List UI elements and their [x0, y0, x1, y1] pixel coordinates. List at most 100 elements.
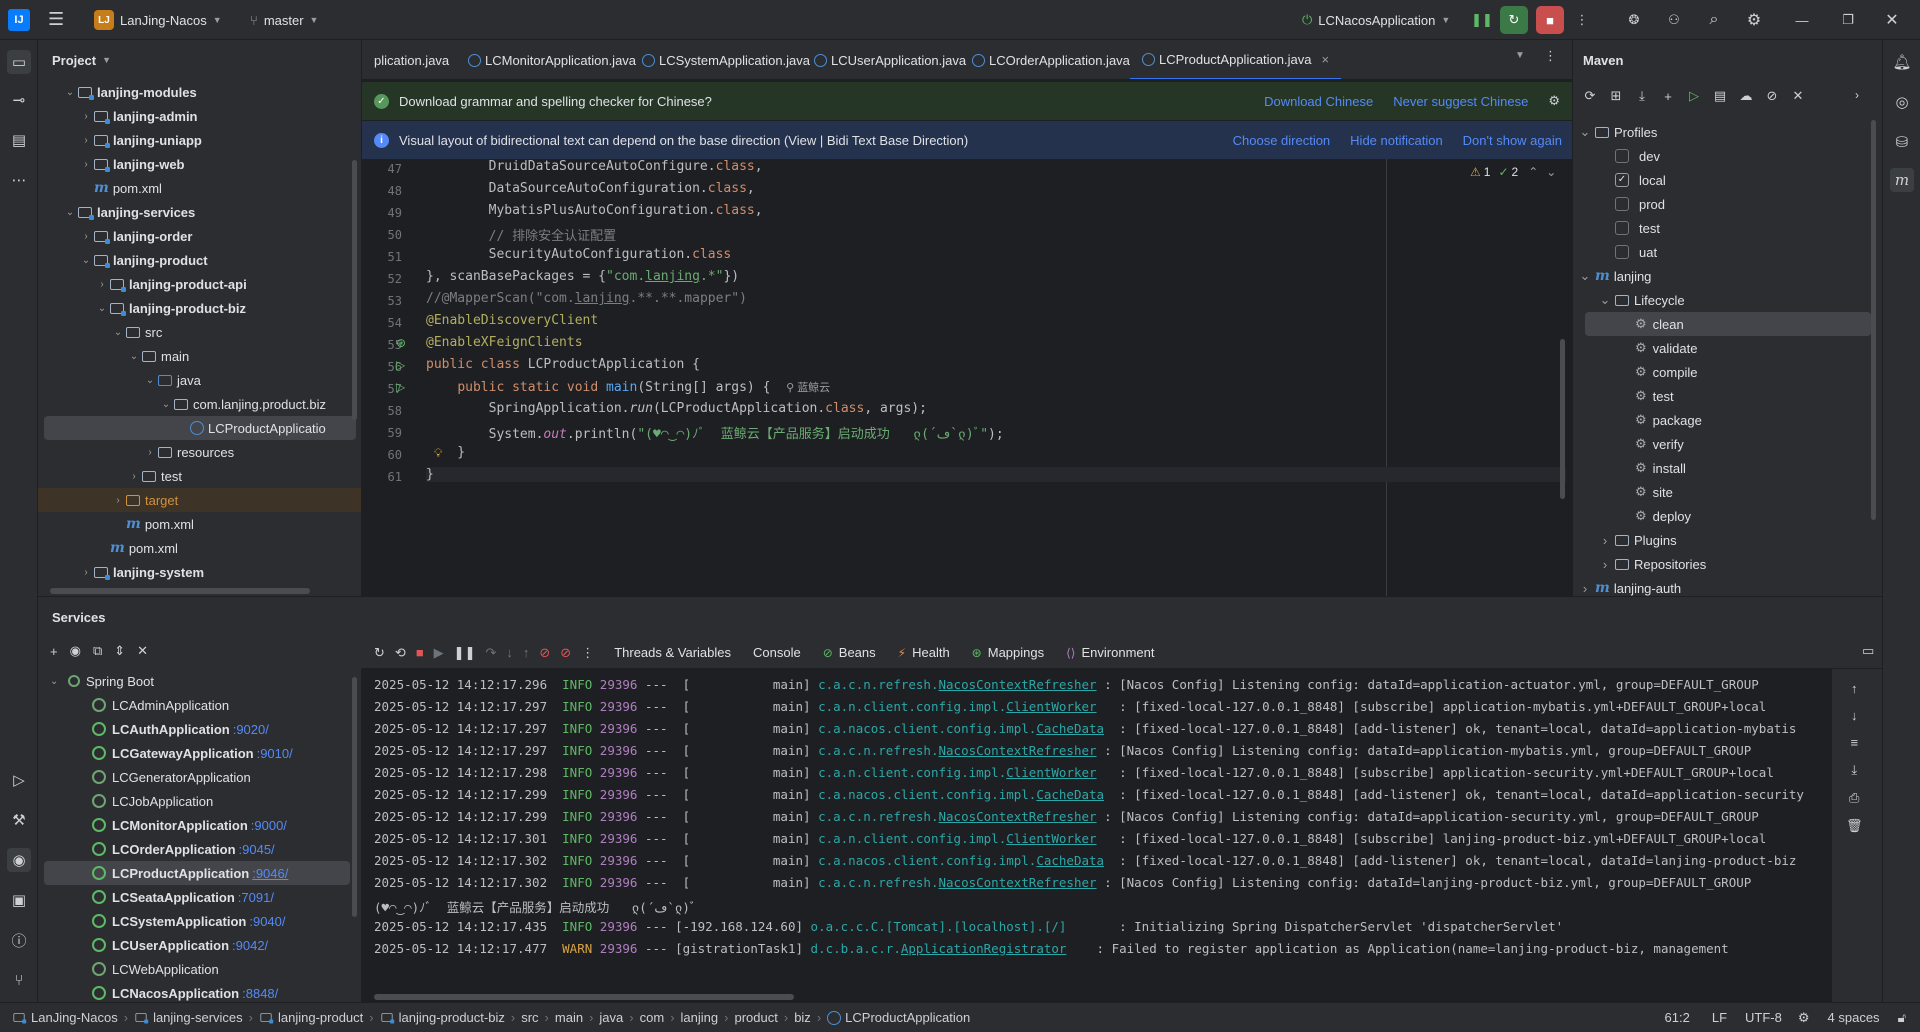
service-item[interactable]: LCAuthApplication:9020/ [38, 717, 361, 741]
chevron-right-icon[interactable]: › [78, 567, 94, 578]
layout-icon[interactable]: ▭ [1862, 643, 1874, 659]
run-gutter-icon[interactable]: ▷ [396, 358, 405, 372]
chevron-down-icon[interactable]: ▼ [1515, 50, 1525, 61]
service-port-link[interactable]: :9046/ [252, 866, 288, 881]
chevron-right-icon[interactable]: › [1595, 557, 1615, 572]
main-menu-icon[interactable]: ☰ [48, 9, 64, 30]
more-tools-icon[interactable]: ⋯ [7, 168, 31, 192]
restore-icon[interactable]: ❐ [1836, 8, 1860, 32]
maven-tree-item[interactable]: › Plugins [1573, 528, 1873, 552]
maven-icon[interactable]: m [1890, 168, 1914, 192]
run-gutter-icon[interactable]: ▷ [396, 380, 405, 394]
build-icon[interactable]: ⚒ [7, 808, 31, 832]
dont-show-again-link[interactable]: Don't show again [1463, 133, 1562, 148]
collapse-icon[interactable]: ✕ [1789, 88, 1807, 104]
chevron-right-icon[interactable]: › [78, 231, 94, 242]
service-item[interactable]: LCOrderApplication:9045/ [38, 837, 361, 861]
git-icon[interactable]: ⑂ [7, 968, 31, 992]
scroll-up-icon[interactable]: ↑ [1851, 681, 1858, 696]
chevron-down-icon[interactable]: ⌄ [62, 207, 78, 218]
add-service-icon[interactable]: + [50, 644, 58, 659]
console-output[interactable]: 2025-05-12 14:12:17.296 INFO 29396 --- [… [362, 669, 1832, 1003]
inspection-widget[interactable]: ⚠ 1 ✓ 2 ⌃ ⌄ [1470, 165, 1556, 179]
view-options-icon[interactable]: ◉ [70, 643, 81, 659]
step-out-icon[interactable]: ↑ [523, 645, 530, 660]
soft-wrap-icon[interactable]: ≡ [1850, 735, 1858, 750]
maven-tree-item[interactable]: ⚙ compile [1573, 360, 1873, 384]
service-item[interactable]: LCJobApplication [38, 789, 361, 813]
console-tab[interactable]: Console [753, 645, 801, 660]
stop-icon[interactable]: ■ [416, 645, 424, 660]
more-icon[interactable]: ⋮ [581, 645, 594, 661]
logger-class-link[interactable]: ClientWorker [1006, 765, 1096, 780]
breadcrumb-item[interactable]: com [640, 1010, 665, 1025]
mute-breakpoints-icon[interactable]: ⊘ [560, 645, 571, 661]
project-tree-item[interactable]: ⌄ java [38, 368, 361, 392]
more-icon[interactable]: ⋮ [1572, 8, 1592, 32]
chevron-down-icon[interactable]: ⌄ [1595, 292, 1615, 308]
add-project-icon[interactable]: ⊞ [1607, 88, 1625, 104]
folder-icon[interactable]: ▭ [7, 50, 31, 74]
logger-class-link[interactable]: ClientWorker [1006, 831, 1096, 846]
breadcrumb-item[interactable]: lanjing [681, 1010, 719, 1025]
chevron-down-icon[interactable]: ⌄ [1575, 124, 1595, 140]
ai-chat-icon[interactable]: ◎ [1890, 90, 1914, 114]
service-item[interactable]: LCProductApplication:9046/ [44, 861, 350, 885]
console-tab[interactable]: ⊛ Mappings [972, 645, 1044, 660]
service-port-link[interactable]: :9020/ [233, 722, 269, 737]
project-tree-item[interactable]: › test [38, 464, 361, 488]
maven-tree-item[interactable]: › m lanjing-auth [1573, 576, 1873, 596]
chevron-right-icon[interactable]: › [78, 135, 94, 146]
breadcrumb-item[interactable]: src [521, 1010, 538, 1025]
spring-boot-group[interactable]: ⌄ Spring Boot [38, 669, 361, 693]
console-h-scrollbar[interactable] [374, 994, 794, 1000]
maven-tree-item[interactable]: ⌄ Profiles [1573, 120, 1873, 144]
close-icon[interactable]: × [1321, 52, 1329, 67]
project-tree-item[interactable]: › lanjing-uniapp [38, 128, 361, 152]
services-scrollbar[interactable] [352, 677, 357, 917]
structure-icon[interactable]: ▤ [7, 128, 31, 152]
editor-tab[interactable]: LCMonitorApplication.java [456, 40, 648, 79]
logger-class-link[interactable]: NacosContextRefresher [939, 743, 1097, 758]
maven-tree-item[interactable]: ⚙ package [1573, 408, 1873, 432]
close-icon[interactable]: ✕ [1880, 8, 1904, 32]
service-port-link[interactable]: :9000/ [251, 818, 287, 833]
service-port-link[interactable]: :8848/ [242, 986, 278, 1001]
project-tree-item[interactable]: › lanjing-order [38, 224, 361, 248]
database-icon[interactable]: ⛁ [1890, 130, 1914, 154]
logger-class-link[interactable]: ClientWorker [1006, 699, 1096, 714]
intellij-logo-icon[interactable]: IJ [8, 9, 30, 31]
editor-tab[interactable]: LCSystemApplication.java [630, 40, 822, 79]
logger-class-link[interactable]: CacheData [1036, 721, 1104, 736]
project-tree-item[interactable]: ⌄ com.lanjing.product.biz [38, 392, 361, 416]
breadcrumb-item[interactable]: main [555, 1010, 583, 1025]
minimize-icon[interactable]: — [1790, 8, 1814, 32]
file-encoding[interactable]: UTF-8 [1745, 1010, 1782, 1025]
gear-icon[interactable]: ⚙ [1548, 93, 1560, 109]
indent-setting[interactable]: 4 spaces [1828, 1010, 1880, 1025]
logger-class-link[interactable]: CacheData [1036, 853, 1104, 868]
chevron-down-icon[interactable]: ⌄ [62, 87, 78, 98]
project-selector[interactable]: LJ LanJing-Nacos ▼ [88, 6, 228, 34]
intention-bulb-icon[interactable]: 💡︎ [434, 446, 442, 461]
gear-icon[interactable]: ⚙ [1742, 8, 1766, 32]
branch-selector[interactable]: ⑂ master ▼ [244, 6, 324, 34]
expand-all-icon[interactable]: ⇕ [114, 643, 125, 659]
reload-icon[interactable]: ⟳ [1581, 88, 1599, 104]
service-item[interactable]: LCGeneratorApplication [38, 765, 361, 789]
services-icon[interactable]: ◉ [7, 848, 31, 872]
project-tree-item[interactable]: m pom.xml [38, 176, 361, 200]
vertical-scrollbar[interactable] [352, 160, 357, 420]
chevron-down-icon[interactable]: ⌄ [1575, 268, 1595, 284]
service-item[interactable]: LCWebApplication [38, 957, 361, 981]
project-tree-item[interactable]: ⌄ lanjing-services [38, 200, 361, 224]
maven-tree-item[interactable]: ⚙ validate [1573, 336, 1873, 360]
console-tab[interactable]: ⟨⟩ Environment [1066, 645, 1154, 660]
step-into-icon[interactable]: ↓ [506, 645, 513, 660]
run-icon[interactable]: ▷ [7, 768, 31, 792]
new-group-icon[interactable]: ⧉ [93, 643, 102, 659]
project-tree-item[interactable]: m pom.xml [38, 536, 361, 560]
breadcrumb-item[interactable]: LanJing-Nacos [12, 1010, 118, 1025]
commit-icon[interactable]: ⊸ [7, 88, 31, 112]
breadcrumb-item[interactable]: lanjing-product-biz [380, 1010, 505, 1025]
